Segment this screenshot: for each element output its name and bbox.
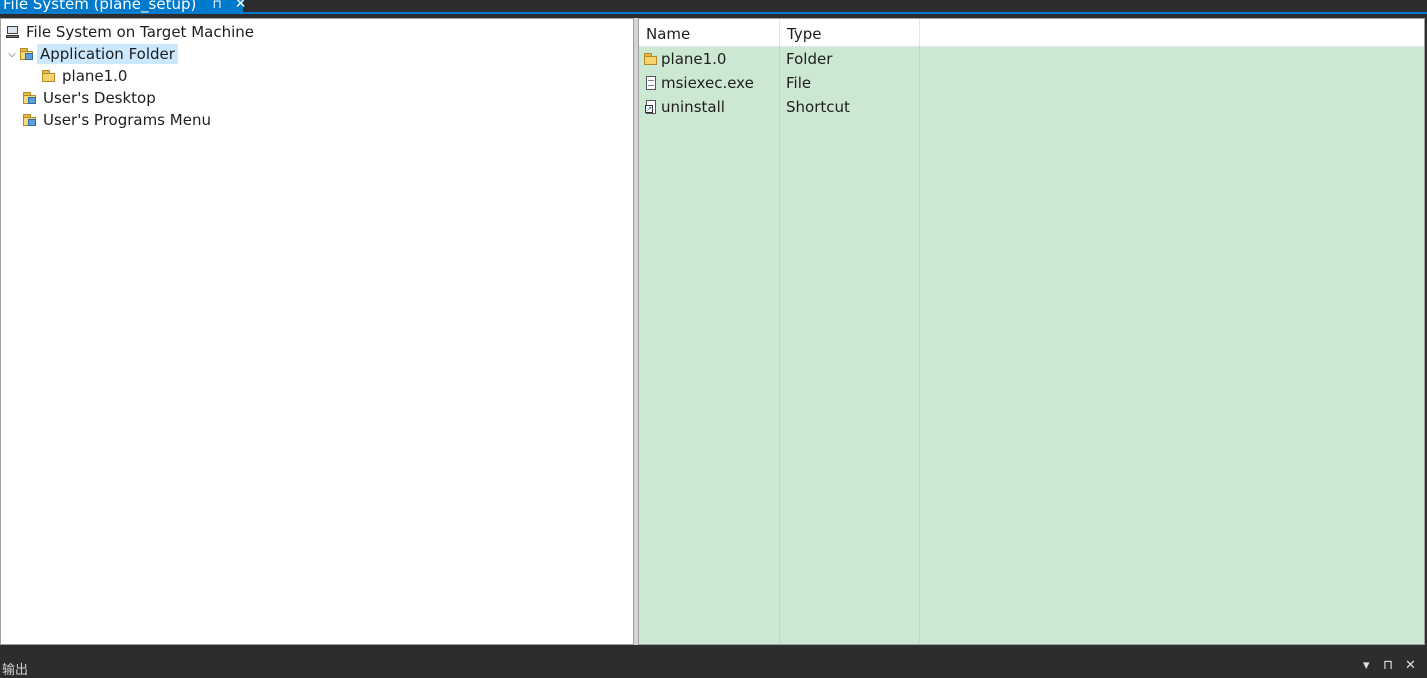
list-item[interactable]: plane1.0 Folder <box>639 47 1424 71</box>
tree-item-users-desktop[interactable]: User's Desktop <box>22 87 159 109</box>
column-header-type[interactable]: Type <box>780 19 920 46</box>
folder-open-icon <box>19 47 35 61</box>
tree-item-label: File System on Target Machine <box>26 23 254 41</box>
list-item-name: plane1.0 <box>661 50 727 68</box>
folder-icon <box>41 69 57 83</box>
list-item[interactable]: msiexec.exe File <box>639 71 1424 95</box>
file-icon <box>643 76 659 90</box>
list-item-name: uninstall <box>661 98 725 116</box>
tree-item-label: plane1.0 <box>62 67 128 85</box>
tree-item-label: User's Desktop <box>43 89 156 107</box>
pin-icon[interactable]: ⊓ <box>1383 658 1393 673</box>
file-list[interactable]: Name Type plane1.0 Folder msiexec.exe Fi… <box>638 18 1425 645</box>
shortcut-icon <box>643 100 659 114</box>
tab-title: File System (plane_setup) <box>3 0 197 13</box>
column-divider <box>919 46 920 644</box>
list-item[interactable]: uninstall Shortcut <box>639 95 1424 119</box>
chevron-down-icon[interactable]: ▾ <box>1363 658 1370 673</box>
tree-item-label: Application Folder <box>37 44 178 64</box>
folder-open-icon <box>22 113 38 127</box>
close-icon[interactable]: ✕ <box>235 0 247 11</box>
folder-icon <box>643 52 659 66</box>
file-system-tree[interactable]: File System on Target Machine ⌵ Applicat… <box>0 18 634 645</box>
output-panel-title: 输出 <box>2 663 29 678</box>
tree-item-plane1-0[interactable]: plane1.0 <box>41 65 130 87</box>
folder-open-icon <box>22 91 38 105</box>
computer-icon <box>5 25 21 39</box>
pin-icon[interactable]: ⊓ <box>212 0 221 10</box>
list-item-type: Shortcut <box>786 98 850 116</box>
tree-item-root[interactable]: File System on Target Machine <box>5 21 257 43</box>
tree-item-application-folder[interactable]: ⌵ Application Folder <box>5 43 178 65</box>
tab-file-system[interactable]: File System (plane_setup) ⊓ ✕ <box>0 0 246 14</box>
chevron-down-icon[interactable]: ⌵ <box>5 49 19 60</box>
tree-item-users-programs-menu[interactable]: User's Programs Menu <box>22 109 214 131</box>
column-divider <box>779 46 780 644</box>
list-item-type: Folder <box>786 50 833 68</box>
list-item-name: msiexec.exe <box>661 74 754 92</box>
column-header-name[interactable]: Name <box>639 19 780 46</box>
close-icon[interactable]: ✕ <box>1405 658 1416 673</box>
tree-item-label: User's Programs Menu <box>43 111 211 129</box>
output-panel-header: 输出 ▾ ⊓ ✕ <box>0 656 1427 678</box>
list-item-type: File <box>786 74 812 92</box>
list-header: Name Type <box>639 19 1424 47</box>
document-tab-strip: File System (plane_setup) ⊓ ✕ <box>0 0 1427 14</box>
